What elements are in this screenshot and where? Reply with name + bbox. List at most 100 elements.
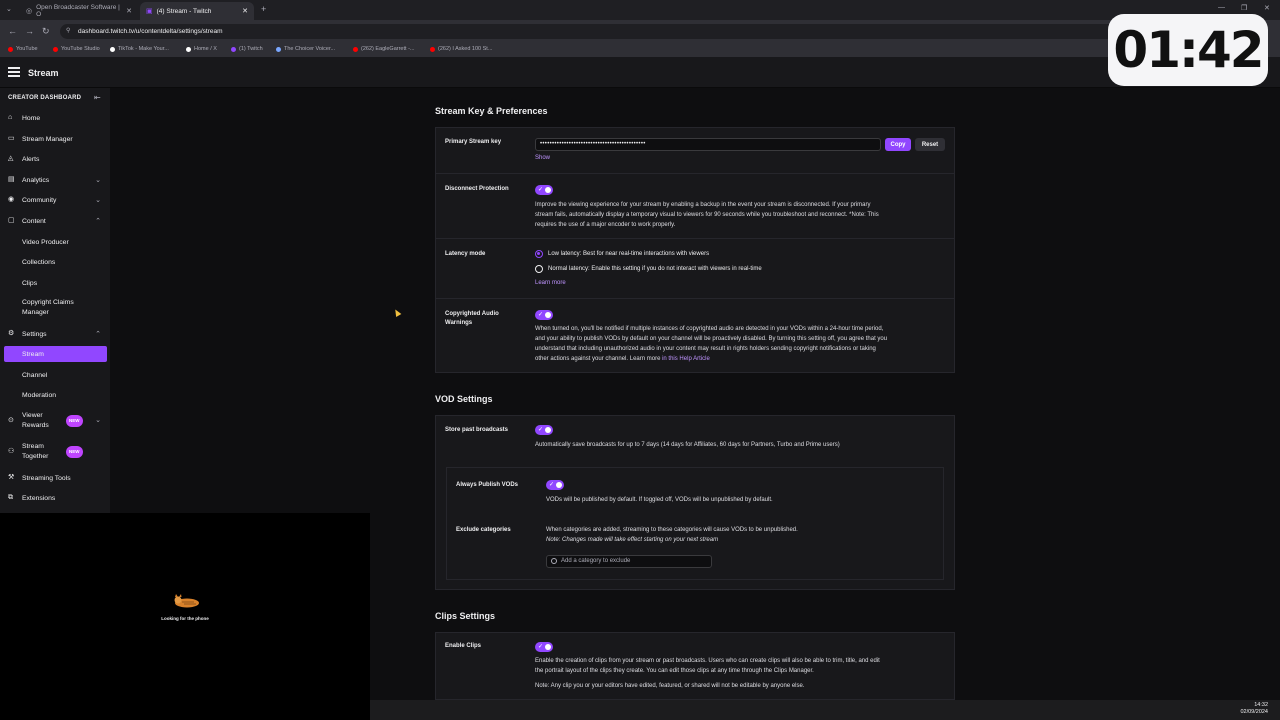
bookmark-youtube-studio[interactable]: YouTube Studio: [53, 46, 100, 52]
collapse-sidebar-icon[interactable]: ⇤: [94, 93, 101, 102]
youtube-icon: [430, 46, 435, 52]
sidebar-item-viewer-rewards[interactable]: ⊙ Viewer Rewards NEW ⌄: [0, 410, 110, 432]
chevron-down-icon: ⌄: [95, 197, 101, 204]
bookmark-asked-100[interactable]: (262) I Asked 100 St...: [430, 46, 492, 52]
taskbar-date: 02/09/2024: [1240, 709, 1268, 715]
copyright-description-line-2: and your ability to publish VODs by defa…: [535, 336, 888, 342]
low-latency-radio[interactable]: [535, 250, 543, 258]
enable-clips-label: Enable Clips: [445, 643, 482, 649]
search-icon: [551, 558, 557, 564]
extensions-icon: ⧉: [8, 494, 13, 501]
section-title-vod: VOD Settings: [435, 394, 493, 404]
section-title-stream-key: Stream Key & Preferences: [435, 106, 548, 116]
sidebar-item-home[interactable]: ⌂ Home: [0, 110, 110, 126]
copyrighted-audio-toggle[interactable]: ✓: [535, 310, 553, 320]
disconnect-protection-toggle[interactable]: ✓: [535, 185, 553, 195]
page-title: Stream: [28, 68, 59, 78]
forward-icon[interactable]: →: [25, 26, 34, 36]
new-badge: NEW: [66, 415, 83, 427]
divider: [436, 298, 954, 299]
sidebar-item-clips[interactable]: Clips: [0, 275, 110, 291]
sidebar-item-stream-manager[interactable]: ▭ Stream Manager: [0, 131, 110, 147]
sidebar-item-collections[interactable]: Collections: [0, 254, 110, 270]
store-past-broadcasts-description: Automatically save broadcasts for up to …: [535, 442, 840, 448]
bookmark-icon: [276, 46, 281, 52]
close-tab-icon[interactable]: ✕: [242, 7, 248, 15]
sidebar-item-community[interactable]: ◉ Community ⌄: [0, 192, 110, 208]
reload-icon[interactable]: ↻: [42, 26, 50, 37]
help-article-link[interactable]: in this Help Article: [662, 356, 710, 362]
exclude-category-search-input[interactable]: Add a category to exclude: [546, 555, 712, 568]
divider: [436, 173, 954, 174]
sidebar-item-content[interactable]: ▢ Content ⌃: [0, 213, 110, 229]
bookmark-twitch[interactable]: (1) Twitch: [231, 46, 263, 52]
sidebar-item-video-producer[interactable]: Video Producer: [0, 234, 110, 250]
check-icon: ✓: [538, 644, 544, 650]
twitch-favicon-icon: ▣: [146, 8, 153, 15]
sidebar-item-streaming-tools[interactable]: ⚒ Streaming Tools: [0, 470, 110, 486]
low-latency-label: Low latency: Best for near real-time int…: [548, 251, 710, 257]
webcam-caption: Looking for the phone: [161, 616, 209, 621]
bookmark-x[interactable]: Home / X: [186, 46, 217, 52]
exclude-categories-label: Exclude categories: [456, 527, 511, 533]
disconnect-description-line-1: Improve the viewing experience for your …: [535, 202, 871, 208]
url-field[interactable]: ⚲ dashboard.twitch.tv/u/contentdelta/set…: [60, 24, 1120, 39]
maximize-icon[interactable]: ❐: [1241, 4, 1247, 12]
sidebar-item-moderation[interactable]: Moderation: [0, 387, 110, 403]
gear-icon: ⚙: [8, 330, 15, 337]
creator-dashboard-sidebar: CREATOR DASHBOARD ⇤ ⌂ Home ▭ Stream Manage…: [0, 88, 110, 513]
close-window-icon[interactable]: ✕: [1264, 4, 1270, 12]
sidebar-item-copyright-claims[interactable]: Copyright Claims Manager: [0, 297, 90, 319]
sidebar-item-stream-together[interactable]: ⚇ Stream Together NEW: [0, 441, 110, 463]
taskbar-clock[interactable]: 14:32 02/09/2024: [1240, 702, 1268, 716]
bookmark-youtube[interactable]: YouTube: [8, 46, 38, 52]
site-info-icon[interactable]: ⚲: [66, 27, 70, 34]
normal-latency-radio[interactable]: [535, 265, 543, 273]
bookmarks-bar: YouTube YouTube Studio TikTok - Make You…: [0, 42, 1280, 58]
analytics-icon: ▤: [8, 176, 15, 183]
tab-twitch[interactable]: ▣ (4) Stream - Twitch ✕: [140, 2, 254, 20]
new-badge: NEW: [66, 446, 83, 458]
disconnect-description-line-2: stream fails, automatically display a te…: [535, 212, 879, 218]
stream-manager-icon: ▭: [8, 135, 15, 142]
learn-more-link[interactable]: Learn more: [535, 280, 566, 286]
back-icon[interactable]: ←: [8, 26, 17, 36]
store-past-broadcasts-toggle[interactable]: ✓: [535, 425, 553, 435]
os-taskbar: 14:32 02/09/2024: [370, 700, 1280, 720]
exclude-categories-description: When categories are added, streaming to …: [546, 527, 798, 533]
sidebar-heading: CREATOR DASHBOARD: [8, 95, 82, 101]
bookmark-choicer-voicer[interactable]: The Choicer Voicer...: [276, 46, 335, 52]
hamburger-menu-icon[interactable]: [8, 67, 20, 79]
copyrighted-audio-label: Copyrighted Audio Warnings: [445, 311, 499, 326]
new-tab-icon[interactable]: +: [261, 4, 266, 14]
enable-clips-note: Note: Any clip you or your editors have …: [535, 683, 805, 689]
sidebar-item-extensions[interactable]: ⧉ Extensions: [0, 490, 110, 506]
sidebar-item-analytics[interactable]: ▤ Analytics ⌄: [0, 172, 110, 188]
reset-key-button[interactable]: Reset: [915, 138, 945, 151]
copy-key-button[interactable]: Copy: [885, 138, 911, 151]
bookmark-tiktok[interactable]: TikTok - Make Your...: [110, 46, 169, 52]
bookmark-eaglegarrett[interactable]: (262) EagleGarrett -...: [353, 46, 415, 52]
copyright-description-line-1: When turned on, you'll be notified if mu…: [535, 326, 884, 332]
sidebar-item-channel[interactable]: Channel: [0, 367, 110, 383]
chevron-up-icon: ⌃: [95, 331, 101, 338]
enable-clips-toggle[interactable]: ✓: [535, 642, 553, 652]
tab-list-icon[interactable]: ⌄: [6, 5, 12, 13]
tab-title: (4) Stream - Twitch: [156, 7, 212, 15]
sidebar-item-settings[interactable]: ⚙ Settings ⌃: [0, 326, 110, 342]
browser-tab-bar: ⌄ ◎ Open Broadcaster Software | O ✕ ▣ (4…: [0, 0, 1280, 20]
youtube-icon: [8, 46, 13, 52]
divider: [436, 238, 954, 239]
check-icon: ✓: [549, 482, 555, 488]
minimize-icon[interactable]: —: [1218, 4, 1225, 11]
tab-obs[interactable]: ◎ Open Broadcaster Software | O ✕: [20, 2, 138, 20]
latency-mode-label: Latency mode: [445, 251, 486, 257]
close-tab-icon[interactable]: ✕: [126, 7, 132, 15]
always-publish-vods-toggle[interactable]: ✓: [546, 480, 564, 490]
show-key-link[interactable]: Show: [535, 155, 550, 161]
primary-stream-key-input[interactable]: ••••••••••••••••••••••••••••••••••••••••…: [535, 138, 881, 151]
check-icon: ✓: [538, 312, 544, 318]
sidebar-item-stream[interactable]: Stream: [4, 346, 107, 362]
sidebar-item-alerts[interactable]: ◬ Alerts: [0, 151, 110, 167]
disconnect-protection-label: Disconnect Protection: [445, 186, 509, 192]
